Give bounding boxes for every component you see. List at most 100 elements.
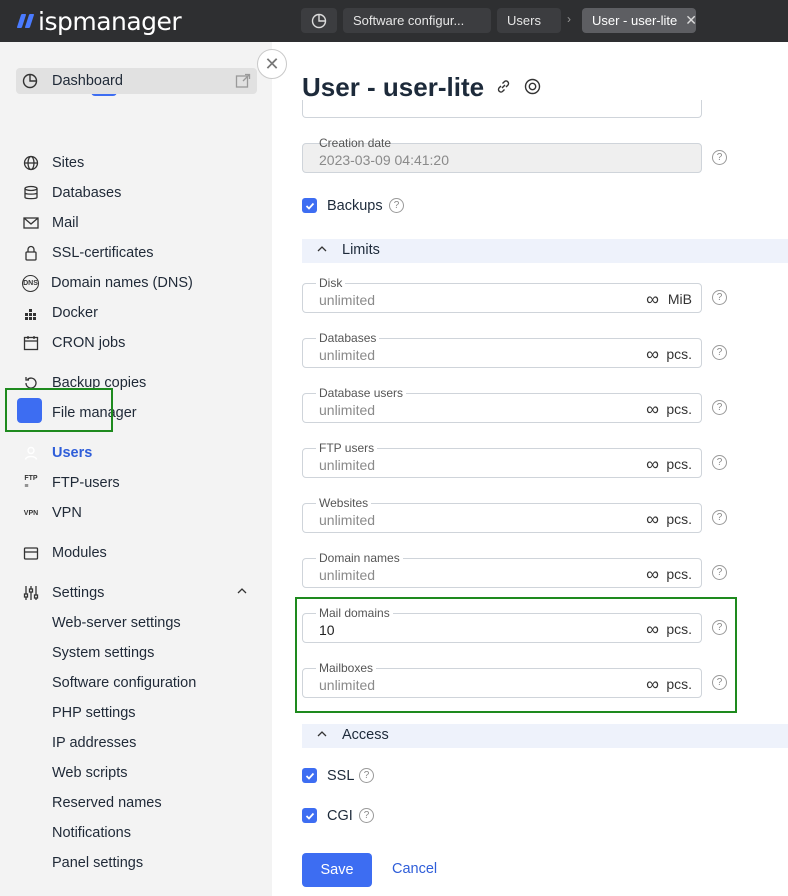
unlimited-toggle-icon[interactable]: ∞ [646,455,659,473]
limits-title: Limits [342,242,380,258]
help-icon[interactable]: ? [359,768,374,783]
sidebar-item-ssl-certificates[interactable]: SSL-certificates [22,242,154,264]
chevron-up-icon[interactable] [236,585,248,601]
domain-names-value: unlimited [319,567,376,583]
ispmanager-logo[interactable]: ispmanager [16,6,182,36]
sidebar-subitem-php-settings[interactable]: PHP settings [52,702,136,724]
websites-label: Websites [316,497,372,510]
creation-date-value: 2023-03-09 04:41:20 [319,152,449,168]
disk-field[interactable]: unlimited ∞ MiB [302,283,702,313]
access-section-header[interactable]: Access [302,724,788,748]
close-icon: ✕ [264,53,280,74]
sidebar-item-modules[interactable]: Modules [22,542,107,564]
help-icon[interactable]: ? [712,510,727,525]
sidebar-subitem-software-configuration[interactable]: Software configuration [52,672,196,694]
close-tab-icon[interactable]: ✕ [685,8,696,33]
sliders-icon [22,584,40,602]
tab-user-lite-label: User - user-lite [592,13,678,28]
sidebar-item-label: Domain names (DNS) [51,275,193,291]
help-icon[interactable]: ? [712,150,727,165]
docker-icon [22,304,40,322]
cancel-button[interactable]: Cancel [392,861,437,877]
checkmark-icon [305,772,314,780]
help-icon[interactable]: ? [359,808,374,823]
ftp-users-label: FTP users [316,442,378,455]
tab-users[interactable]: Users [497,8,561,33]
logo-text: ispmanager [38,6,182,36]
database-icon [22,184,40,202]
websites-unit: pcs. [666,511,692,527]
sidebar-item-cron-jobs[interactable]: CRON jobs [22,332,125,354]
unlimited-toggle-icon[interactable]: ∞ [646,510,659,528]
link-icon[interactable] [495,78,512,95]
sidebar-item-docker[interactable]: Docker [22,302,98,324]
unlimited-toggle-icon[interactable]: ∞ [646,620,659,638]
external-link-icon[interactable] [235,73,251,89]
chevron-up-icon [317,246,327,252]
help-icon[interactable]: ? [389,198,404,213]
ftp-users-value: unlimited [319,457,376,473]
sidebar-item-label: Users [52,445,93,461]
chevron-up-icon [317,731,327,737]
ftp-icon: FTP ≡ [24,475,38,490]
help-icon[interactable]: ? [712,565,727,580]
cgi-checkbox[interactable] [302,808,317,823]
tab-software-configuration[interactable]: Software configur... [343,8,491,33]
sidebar-item-dashboard[interactable]: Dashboard [16,68,257,94]
help-lifebuoy-icon[interactable] [524,78,541,95]
help-icon[interactable]: ? [712,455,727,470]
databases-unit: pcs. [666,346,692,362]
access-title: Access [342,727,389,743]
help-icon[interactable]: ? [712,400,727,415]
sidebar-subitem-system-settings[interactable]: System settings [52,642,154,664]
sidebar-subitem-web-server-settings[interactable]: Web-server settings [52,612,181,634]
database-users-unit: pcs. [666,401,692,417]
sidebar-item-databases[interactable]: Databases [22,182,121,204]
sidebar-item-settings[interactable]: Settings [22,582,252,604]
sidebar-subitem-web-scripts[interactable]: Web scripts [52,762,127,784]
help-icon[interactable]: ? [712,620,727,635]
sidebar-subitem-panel-settings[interactable]: Panel settings [52,852,143,874]
ssl-checkbox[interactable] [302,768,317,783]
help-icon[interactable]: ? [712,345,727,360]
sidebar-item-label: FTP-users [52,475,120,491]
help-icon[interactable]: ? [712,675,727,690]
save-button[interactable]: Save [302,853,372,887]
unlimited-toggle-icon[interactable]: ∞ [646,400,659,418]
modules-icon [22,544,40,562]
sidebar-item-label: Modules [52,545,107,561]
unlimited-toggle-icon[interactable]: ∞ [646,290,659,308]
sidebar-subitem-notifications[interactable]: Notifications [52,822,131,844]
sidebar-item-label: CRON jobs [52,335,126,351]
sidebar-item-ftp-users[interactable]: FTP ≡ FTP-users [22,472,120,494]
unlimited-toggle-icon[interactable]: ∞ [646,675,659,693]
dashboard-icon [22,73,38,89]
sidebar-item-mail[interactable]: Mail [22,212,79,234]
sidebar-item-users[interactable]: Users [22,442,92,464]
limits-section-header[interactable]: Limits [302,239,788,263]
unlimited-toggle-icon[interactable]: ∞ [646,345,659,363]
sidebar-item-label: Docker [52,305,98,321]
sidebar-item-vpn[interactable]: VPN VPN [22,502,82,524]
sidebar-item-dns[interactable]: DNS Domain names (DNS) [22,272,193,294]
creation-date-label: Creation date [319,136,392,150]
mail-domains-label: Mail domains [316,607,393,620]
database-users-value: unlimited [319,402,376,418]
cgi-label: CGI [327,808,353,824]
disk-unit: MiB [667,291,692,307]
users-icon-background [17,398,42,423]
help-icon[interactable]: ? [712,290,727,305]
tab-user-lite[interactable]: User - user-lite ✕ [582,8,696,33]
close-panel-button[interactable]: ✕ [257,49,287,79]
dashboard-tab-button[interactable] [301,8,337,33]
unlimited-toggle-icon[interactable]: ∞ [646,565,659,583]
top-bar: ispmanager Software configur... Users › … [0,0,788,42]
checkmark-icon [305,202,314,210]
mailboxes-label: Mailboxes [316,662,377,675]
envelope-icon [22,214,40,232]
sidebar-subitem-reserved-names[interactable]: Reserved names [52,792,162,814]
mail-domains-value: 10 [319,622,335,638]
sidebar-item-sites[interactable]: Sites [22,152,84,174]
backups-checkbox[interactable] [302,198,317,213]
sidebar-subitem-ip-addresses[interactable]: IP addresses [52,732,136,754]
